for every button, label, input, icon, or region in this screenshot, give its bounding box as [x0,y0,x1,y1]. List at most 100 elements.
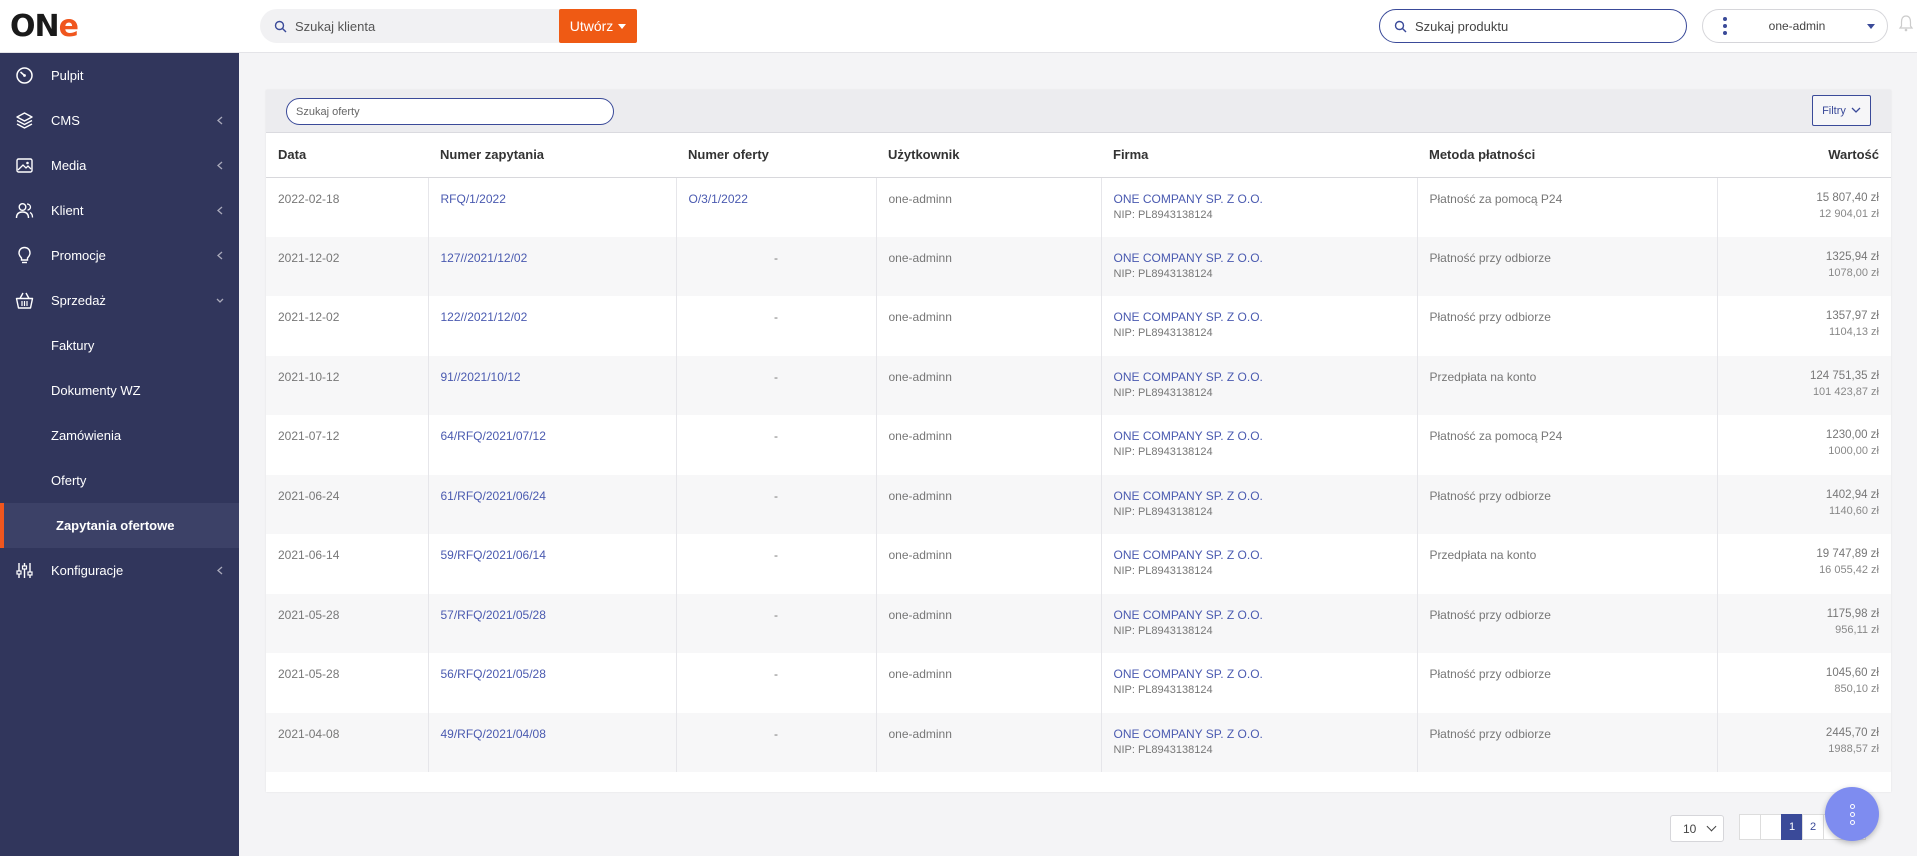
filters-button[interactable]: Filtry [1812,95,1871,126]
value-cell: 1230,00 zł 1000,00 zł [1717,415,1891,475]
page-size-select[interactable]: 10 [1670,815,1724,842]
user-cell: one-adminn [876,712,1102,772]
table-row[interactable]: 2021-10-12 91//2021/10/12- one-adminn ONE C… [266,355,1891,415]
company-cell: ONE COMPANY SP. Z O.O. NIP: PL8943138124 [1101,653,1418,713]
request-number-link[interactable]: RFQ/1/2022 [441,192,506,206]
company-link[interactable]: ONE COMPANY SP. Z O.O. [1114,429,1263,443]
company-nip: NIP: PL8943138124 [1113,208,1213,221]
table-header-row: Data Numer zapytania Numer oferty Użytko… [266,133,1891,178]
table-row[interactable]: 2021-05-28 56/RFQ/2021/05/28- one-adminn ON… [266,653,1891,713]
table-row[interactable]: 2021-07-12 64/RFQ/2021/07/12- one-adminn ON… [266,415,1891,475]
table-row[interactable]: 2022-02-18 RFQ/1/2022 O/3/1/2022 one-adminn… [266,177,1891,237]
offer-number-cell: O/3/1/2022 [676,177,877,237]
company-link[interactable]: ONE COMPANY SP. Z O.O. [1114,608,1263,622]
sidebar-item-promocje[interactable]: Promocje [0,233,239,278]
sidebar-item-media[interactable]: Media [0,143,239,188]
net-value: 1140,60 zł [1829,504,1879,517]
company-link[interactable]: ONE COMPANY SP. Z O.O. [1114,192,1263,206]
company-link[interactable]: ONE COMPANY SP. Z O.O. [1114,727,1263,741]
net-value: 12 904,01 zł [1819,207,1879,220]
column-header[interactable]: Metoda płatności [1417,133,1717,178]
company-link[interactable]: ONE COMPANY SP. Z O.O. [1114,489,1263,503]
value-cell: 1402,94 zł 1140,60 zł [1717,474,1891,534]
column-header[interactable]: Data [266,133,428,178]
pagination-prev[interactable] [1760,814,1782,840]
sidebar-item-label: Pulpit [51,68,84,83]
request-number-link[interactable]: 91//2021/10/12 [441,370,521,384]
request-number-link[interactable]: 49/RFQ/2021/04/08 [441,727,546,741]
date-cell: 2022-02-18 [266,177,429,237]
search-icon [274,20,287,32]
sidebar-subitem-zamowienia[interactable]: Zamówienia [0,413,239,458]
chevron-left-icon [217,116,223,125]
client-search-input[interactable]: Szukaj klienta [260,9,560,43]
offer-search-input[interactable]: Szukaj oferty [286,98,614,125]
gross-value: 1230,00 zł [1825,429,1879,441]
sidebar-subitem-dokumenty-wz[interactable]: Dokumenty WZ [0,368,239,413]
fab-dot [1849,811,1855,817]
payment-method-cell: Płatność przy odbiorze [1417,593,1718,653]
column-header[interactable]: Numer zapytania [428,133,676,178]
sidebar-subitem-faktury[interactable]: Faktury [0,323,239,368]
column-header[interactable]: Numer oferty [676,133,876,178]
floating-action-button[interactable] [1825,787,1879,841]
page-size-value: 10 [1683,821,1697,836]
pagination-page[interactable]: 2 [1802,814,1824,840]
gross-value: 1402,94 zł [1825,488,1879,501]
sidebar-item-cms[interactable]: CMS [0,98,239,143]
sidebar-subitem-oferty[interactable]: Oferty [0,458,239,503]
date-cell: 2021-12-02 [266,296,429,356]
chevron-left-icon [217,566,223,575]
table-row[interactable]: 2021-05-28 57/RFQ/2021/05/28- one-adminn ON… [266,593,1891,653]
company-cell: ONE COMPANY SP. Z O.O. NIP: PL8943138124 [1101,355,1418,415]
sidebar-item-konfiguracje[interactable]: Konfiguracje [0,548,239,593]
sidebar-subitem-zapytania-ofertowe[interactable]: Zapytania ofertowe [0,503,239,548]
request-number-link[interactable]: 59/RFQ/2021/06/14 [441,548,546,562]
offer-number-cell: - [676,593,877,653]
company-link[interactable]: ONE COMPANY SP. Z O.O. [1114,548,1263,562]
gross-value: 1045,60 zł [1825,667,1879,679]
table-row[interactable]: 2021-12-02 122//2021/12/02- one-adminn ONE … [266,296,1891,356]
request-number-link[interactable]: 56/RFQ/2021/05/28 [441,667,546,681]
request-number-link[interactable]: 64/RFQ/2021/07/12 [441,429,546,443]
payment-method-cell: Płatność przy odbiorze [1417,296,1718,356]
company-nip: NIP: PL8943138124 [1113,565,1213,577]
create-button[interactable]: Utwórz [559,9,637,43]
table-row[interactable]: 2021-06-14 59/RFQ/2021/06/14- one-adminn ON… [266,534,1891,594]
pagination-page[interactable]: 1 [1781,814,1803,840]
sidebar-item-klient[interactable]: Klient [0,188,239,233]
user-menu-dropdown[interactable]: one-admin [1702,9,1888,43]
product-search-input[interactable]: Szukaj produktu [1379,9,1687,43]
company-link[interactable]: ONE COMPANY SP. Z O.O. [1114,251,1263,265]
gross-value: 2445,70 zł [1825,726,1879,739]
fab-dot [1849,803,1855,809]
request-number-link[interactable]: 122//2021/12/02 [441,310,528,324]
sidebar-subitem-label: Zapytania ofertowe [56,518,175,533]
company-link[interactable]: ONE COMPANY SP. Z O.O. [1114,667,1263,681]
sidebar-item-sprzedaz[interactable]: Sprzedaż [0,278,239,323]
request-number-link[interactable]: 61/RFQ/2021/06/24 [441,489,546,503]
bell-icon[interactable] [1898,14,1914,32]
search-icon [1394,20,1407,32]
pagination-prev[interactable] [1739,814,1761,840]
sliders-icon [16,563,33,578]
table-row[interactable]: 2021-06-24 61/RFQ/2021/06/24- one-adminn ON… [266,474,1891,534]
user-cell: one-adminn [876,236,1102,296]
company-link[interactable]: ONE COMPANY SP. Z O.O. [1114,310,1263,324]
logo[interactable]: ONe [10,9,79,45]
table-row[interactable]: 2021-12-02 127//2021/12/02- one-adminn ONE … [266,236,1891,296]
offer-number-link[interactable]: O/3/1/2022 [689,192,748,206]
column-header[interactable]: Firma [1101,133,1417,178]
request-number-link[interactable]: 57/RFQ/2021/05/28 [441,608,546,622]
sidebar-subitem-label: Oferty [51,473,87,488]
table-row[interactable]: 2021-04-08 49/RFQ/2021/04/08- one-adminn ON… [266,712,1891,772]
sidebar-item-pulpit[interactable]: Pulpit [0,53,239,98]
company-cell: ONE COMPANY SP. Z O.O. NIP: PL8943138124 [1101,177,1418,237]
value-cell: 1357,97 zł 1104,13 zł [1717,296,1891,356]
request-number-link[interactable]: 127//2021/12/02 [441,251,528,265]
column-header[interactable]: Użytkownik [876,133,1101,178]
value-cell: 124 751,35 zł 101 423,87 zł [1717,355,1891,415]
company-link[interactable]: ONE COMPANY SP. Z O.O. [1114,370,1263,384]
company-cell: ONE COMPANY SP. Z O.O. NIP: PL8943138124 [1101,236,1418,296]
column-header[interactable]: Wartość [1717,133,1891,178]
